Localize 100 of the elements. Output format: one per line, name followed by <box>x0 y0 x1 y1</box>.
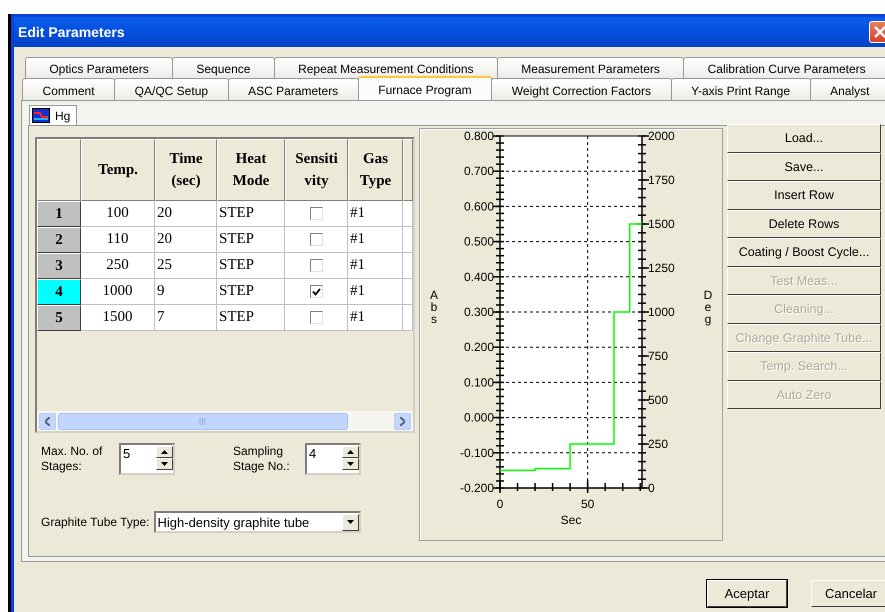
y2-tick-label: 1750 <box>648 173 675 187</box>
field-label: Max. No. of Stages: <box>41 444 104 474</box>
side-button[interactable]: Load... <box>727 124 881 152</box>
y-tick-label: 0.700 <box>464 164 494 178</box>
tab[interactable]: QA/QC Setup <box>114 78 229 100</box>
side-button[interactable]: Coating / Boost Cycle... <box>727 238 881 266</box>
tab[interactable]: Weight Correction Factors <box>491 78 672 100</box>
checkbox[interactable] <box>310 285 322 298</box>
column-header: Time (sec) <box>155 139 217 201</box>
horizontal-scrollbar[interactable] <box>37 411 413 431</box>
chart-icon <box>32 108 50 123</box>
y-tick-label: -0.200 <box>460 481 494 495</box>
y-tick-label: 0.200 <box>464 340 494 354</box>
spin-up-button[interactable] <box>342 446 359 458</box>
tab[interactable]: Repeat Measurement Conditions <box>274 57 498 78</box>
graphite-tube-dropdown[interactable]: High-density graphite tube <box>154 511 361 533</box>
spin-box[interactable]: 5 <box>119 443 175 475</box>
field-label: Graphite Tube Type: <box>41 515 150 529</box>
y2-tick-label: 500 <box>648 393 668 407</box>
down-arrow-icon <box>347 462 354 466</box>
spin-down-button[interactable] <box>342 458 359 470</box>
checkbox[interactable] <box>310 311 322 324</box>
table-cell: #1 <box>348 279 403 305</box>
tab[interactable]: Y-axis Print Range <box>670 78 811 100</box>
tab[interactable]: Comment <box>22 78 116 100</box>
table-cell: STEP <box>217 305 285 331</box>
y-tick-label: 0.300 <box>464 305 494 319</box>
y2-tick-label: 1250 <box>648 261 675 275</box>
y2-tick-label: 1500 <box>648 217 675 231</box>
y-tick-label: 0.600 <box>464 199 494 214</box>
y-tick-label: 0.800 <box>464 129 494 143</box>
down-arrow-icon <box>161 462 168 466</box>
dialog-button[interactable]: Cancelar <box>811 580 885 607</box>
y-tick-label: 0.000 <box>464 410 494 425</box>
column-header: Heat Mode <box>217 139 285 201</box>
table-cell: 25 <box>155 253 217 279</box>
table-cell: 20 <box>155 227 217 253</box>
window-title: Edit Parameters <box>18 24 125 40</box>
table-cell: 7 <box>155 305 217 331</box>
up-arrow-icon <box>161 450 168 454</box>
column-header: Sensiti vity <box>285 139 348 201</box>
tab[interactable]: Optics Parameters <box>25 57 174 78</box>
y2-tick-label: 1000 <box>648 305 675 319</box>
element-tab[interactable]: Hg <box>29 105 78 125</box>
tab[interactable]: Furnace Program <box>358 76 492 100</box>
close-button[interactable] <box>869 21 885 43</box>
y-tick-label: 0.500 <box>464 234 494 249</box>
row-header[interactable]: 3 <box>37 253 81 279</box>
x-axis-title: Sec <box>560 513 582 527</box>
table-cell: #1 <box>348 227 403 253</box>
dialog-button[interactable]: Aceptar <box>707 580 787 607</box>
table-cell: 100 <box>81 201 155 227</box>
dropdown-button[interactable] <box>342 514 359 530</box>
table-cell <box>403 279 413 305</box>
table-cell: STEP <box>217 201 285 227</box>
down-arrow-icon <box>346 520 354 524</box>
table-cell: 1500 <box>81 305 155 331</box>
y2-axis-title: Deg <box>704 288 712 326</box>
table-cell: 1000 <box>81 279 155 305</box>
table-cell: 9 <box>155 279 217 305</box>
y2-tick-label: 250 <box>648 437 668 451</box>
tab[interactable]: ASC Parameters <box>228 78 359 100</box>
table-cell: #1 <box>348 253 403 279</box>
table-cell <box>403 253 413 279</box>
spin-box[interactable]: 4 <box>305 443 361 475</box>
checkbox[interactable] <box>310 207 322 220</box>
y-tick-label: 0.100 <box>464 375 494 390</box>
spin-down-button[interactable] <box>156 458 173 470</box>
table-cell: STEP <box>217 279 285 305</box>
y2-tick-label: 750 <box>648 349 668 363</box>
tab[interactable]: Calibration Curve Parameters <box>683 57 885 78</box>
table-cell <box>403 201 413 227</box>
side-button[interactable]: Insert Row <box>727 181 881 210</box>
table-cell: STEP <box>217 227 285 253</box>
spin-up-button[interactable] <box>156 446 173 458</box>
column-header: Gas Type <box>348 139 403 201</box>
row-header[interactable]: 4 <box>37 279 81 305</box>
tab[interactable]: Sequence <box>172 57 275 78</box>
table-cell: 20 <box>155 201 217 227</box>
row-header[interactable]: 2 <box>37 227 81 253</box>
tab[interactable]: Measurement Parameters <box>496 57 684 78</box>
column-header: Temp. <box>81 139 155 201</box>
x-tick-label: 50 <box>580 497 594 511</box>
side-button[interactable]: Delete Rows <box>727 210 881 238</box>
table-cell: STEP <box>217 253 285 279</box>
table-cell: #1 <box>348 305 403 331</box>
scroll-thumb[interactable] <box>58 412 348 430</box>
y2-tick-label: 2000 <box>648 129 675 143</box>
side-button[interactable]: Save... <box>727 152 881 181</box>
row-header[interactable]: 5 <box>37 305 81 331</box>
checkbox[interactable] <box>310 233 322 246</box>
scroll-right-button[interactable] <box>394 412 411 430</box>
y-tick-label: -0.100 <box>460 446 494 460</box>
close-icon <box>874 26 885 38</box>
scroll-left-button[interactable] <box>39 412 56 430</box>
y2-tick-label: 0 <box>648 481 655 495</box>
checkbox[interactable] <box>310 259 322 272</box>
up-arrow-icon <box>347 450 354 454</box>
tab[interactable]: Analyst <box>810 78 885 100</box>
row-header[interactable]: 1 <box>37 201 81 227</box>
